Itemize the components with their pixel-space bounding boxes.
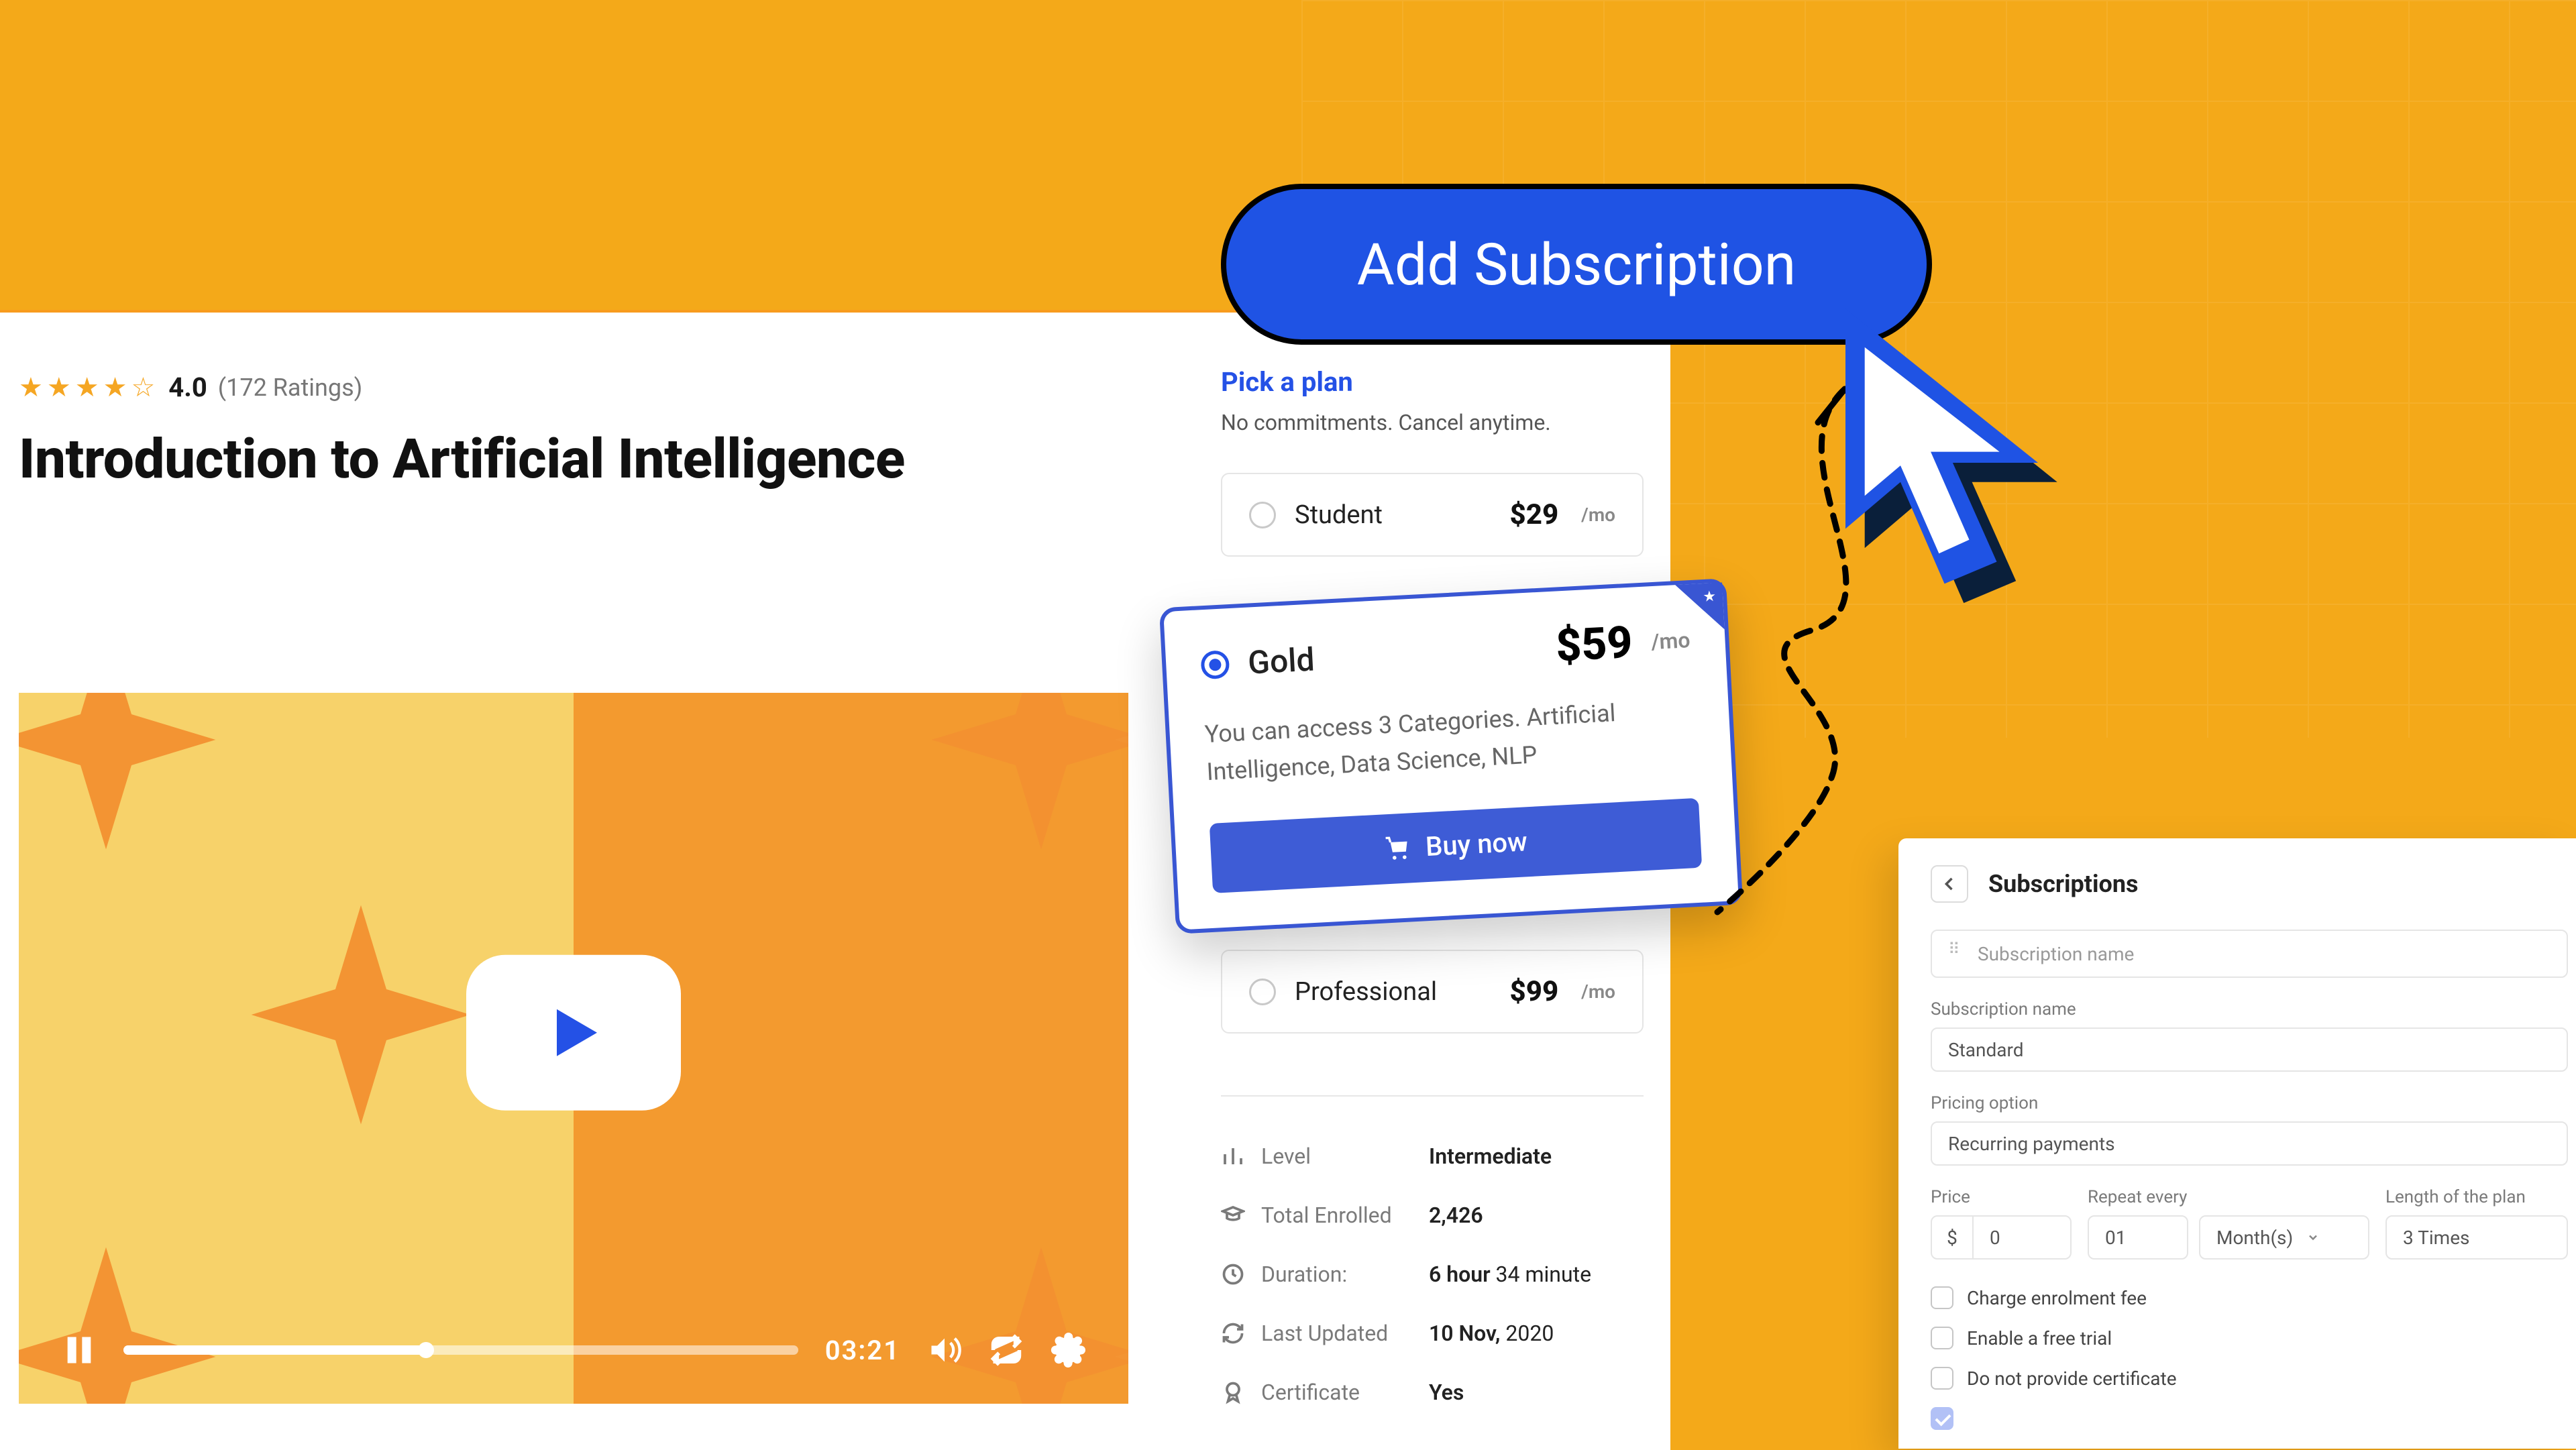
cart-icon — [1383, 834, 1411, 862]
star-outline-icon: ☆ — [131, 374, 155, 401]
plan-price: $29 — [1510, 498, 1559, 531]
plan-description: You can access 3 Categories. Artificial … — [1203, 691, 1697, 791]
column-header: Subscription name — [1978, 943, 2134, 965]
detail-label-text: Duration: — [1261, 1262, 1347, 1287]
field-label: Length of the plan — [2385, 1187, 2568, 1207]
plan-label: Gold — [1247, 640, 1316, 681]
plan-student[interactable]: Student $29 /mo — [1221, 473, 1644, 557]
pause-button[interactable] — [62, 1333, 97, 1368]
play-button[interactable] — [466, 955, 681, 1111]
clock-icon — [1221, 1262, 1245, 1286]
detail-label-text: Total Enrolled — [1261, 1203, 1392, 1228]
detail-certificate: Certificate Yes — [1221, 1380, 1644, 1405]
stars: ★ ★ ★ ★ ☆ — [19, 374, 155, 401]
refresh-icon — [1221, 1321, 1245, 1345]
detail-value: 2,426 — [1429, 1203, 1483, 1228]
pick-plan-title: Pick a plan — [1221, 366, 1644, 398]
award-icon — [1221, 1380, 1245, 1404]
star-icon: ★ — [103, 374, 127, 401]
detail-value: 6 hour 34 minute — [1429, 1262, 1591, 1287]
admin-title: Subscriptions — [1988, 870, 2139, 898]
field-label: Subscription name — [1931, 999, 2568, 1019]
no-certificate-checkbox[interactable]: Do not provide certificate — [1931, 1367, 2568, 1390]
chevron-down-icon — [2306, 1231, 2320, 1244]
currency-symbol: $ — [1932, 1217, 1974, 1258]
plan-professional[interactable]: Professional $99 /mo — [1221, 950, 1644, 1034]
level-icon — [1221, 1144, 1245, 1168]
video-controls: 03:21 — [19, 1310, 1128, 1404]
detail-duration: Duration: 6 hour 34 minute — [1221, 1262, 1644, 1287]
plan-per: /mo — [1581, 504, 1615, 526]
price-input[interactable]: $ 0 — [1931, 1215, 2072, 1260]
graduation-icon — [1221, 1203, 1245, 1227]
star-icon: ★ — [19, 374, 43, 401]
buy-label: Buy now — [1425, 826, 1528, 862]
plan-gold-card[interactable]: ★ Gold $59 /mo You can access 3 Categori… — [1159, 578, 1743, 934]
enable-trial-checkbox[interactable]: Enable a free trial — [1931, 1327, 2568, 1349]
detail-label-text: Certificate — [1261, 1380, 1360, 1405]
subscriptions-admin-panel: Subscriptions ⠿ Subscription name Subscr… — [1898, 838, 2576, 1449]
detail-value: Intermediate — [1429, 1144, 1552, 1169]
loop-icon[interactable] — [989, 1333, 1024, 1368]
add-subscription-label: Add Subscription — [1357, 231, 1796, 298]
plan-price: $59 — [1554, 617, 1633, 673]
drag-handle-icon[interactable]: ⠿ — [1948, 946, 1964, 962]
rating-score: 4.0 — [168, 372, 207, 403]
rating-count: (172 Ratings) — [218, 374, 362, 402]
charge-enrolment-checkbox[interactable]: Charge enrolment fee — [1931, 1286, 2568, 1309]
field-label: Pricing option — [1931, 1093, 2568, 1113]
extra-checkbox[interactable] — [1931, 1407, 2568, 1430]
video-player[interactable]: 03:21 — [19, 693, 1128, 1404]
radio-icon — [1249, 979, 1276, 1005]
play-icon — [540, 999, 607, 1066]
subscription-name-header[interactable]: ⠿ Subscription name — [1931, 930, 2568, 978]
detail-value: Yes — [1429, 1380, 1464, 1405]
pricing-option-input[interactable]: Recurring payments — [1931, 1121, 2568, 1166]
repeat-value-input[interactable]: 01 — [2088, 1215, 2188, 1260]
plan-price: $99 — [1510, 975, 1559, 1008]
divider — [1221, 1095, 1644, 1097]
settings-icon[interactable] — [1051, 1333, 1085, 1368]
detail-level: Level Intermediate — [1221, 1144, 1644, 1169]
detail-updated: Last Updated 10 Nov, 2020 — [1221, 1321, 1644, 1346]
star-icon: ★ — [47, 374, 71, 401]
cursor-icon — [1818, 309, 2093, 617]
radio-icon — [1249, 502, 1276, 528]
volume-icon[interactable] — [927, 1333, 962, 1368]
detail-enrolled: Total Enrolled 2,426 — [1221, 1203, 1644, 1228]
radio-selected-icon — [1200, 650, 1230, 679]
back-button[interactable] — [1931, 865, 1968, 903]
buy-now-button[interactable]: Buy now — [1210, 797, 1702, 893]
timecode: 03:21 — [825, 1335, 900, 1366]
star-icon: ★ — [75, 374, 99, 401]
repeat-unit-select[interactable]: Month(s) — [2199, 1215, 2369, 1260]
subscription-name-input[interactable]: Standard — [1931, 1027, 2568, 1072]
progress-bar[interactable] — [123, 1345, 798, 1355]
star-icon: ★ — [1703, 588, 1717, 606]
plan-label: Professional — [1295, 977, 1437, 1007]
field-label: Repeat every — [2088, 1187, 2369, 1207]
detail-label-text: Last Updated — [1261, 1321, 1388, 1346]
plan-per: /mo — [1581, 981, 1615, 1003]
plan-length-input[interactable]: 3 Times — [2385, 1215, 2568, 1260]
detail-value: 10 Nov, 2020 — [1429, 1321, 1554, 1346]
plan-label: Student — [1295, 500, 1383, 530]
field-label: Price — [1931, 1187, 2072, 1207]
pick-plan-subtitle: No commitments. Cancel anytime. — [1221, 410, 1644, 435]
detail-label-text: Level — [1261, 1144, 1311, 1169]
featured-corner — [1675, 583, 1725, 632]
